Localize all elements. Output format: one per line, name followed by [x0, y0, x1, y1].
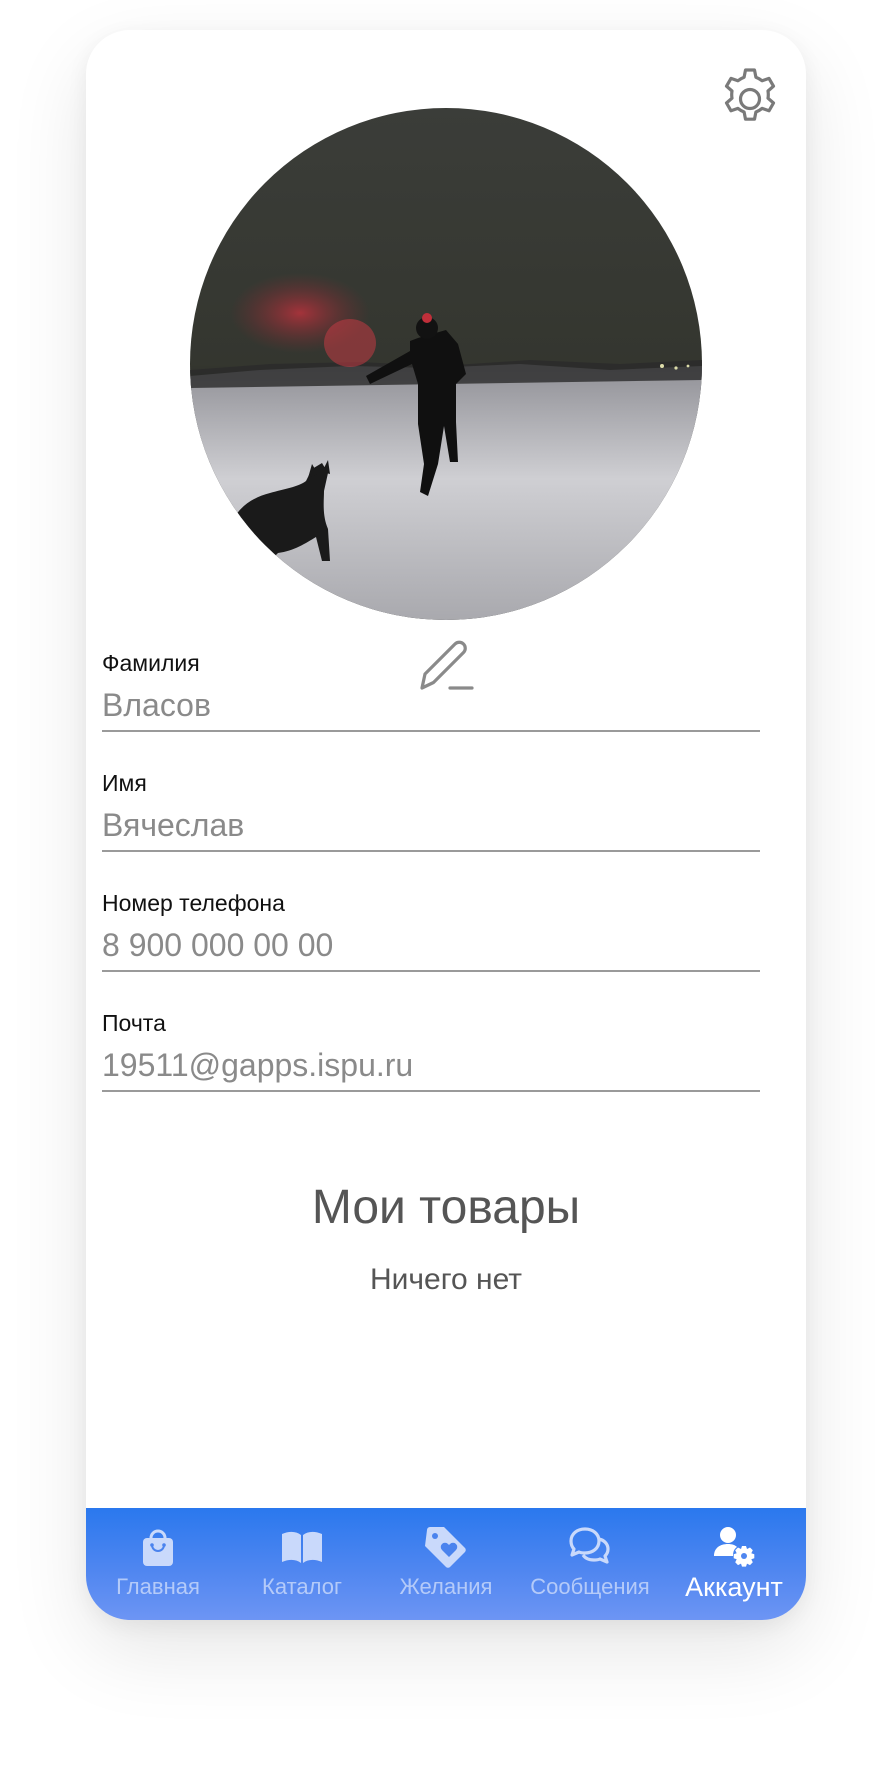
- nav-label-account: Аккаунт: [685, 1572, 783, 1602]
- user-gear-icon: [714, 1527, 755, 1567]
- nav-item-account[interactable]: Аккаунт: [662, 1508, 806, 1620]
- chat-bubbles-icon: [569, 1527, 610, 1564]
- bottom-navigation: Главная Каталог Желания Сообщения Аккаун…: [86, 1508, 806, 1620]
- last-name-label: Фамилия: [102, 650, 200, 676]
- nav-label-wishlist: Желания: [399, 1574, 493, 1599]
- phone-label: Номер телефона: [102, 890, 285, 916]
- my-products-title: Мои товары: [311, 1181, 581, 1234]
- last-name-input[interactable]: [102, 680, 760, 732]
- avatar[interactable]: [190, 108, 702, 620]
- phone-input[interactable]: [102, 920, 760, 972]
- settings-button[interactable]: [715, 64, 785, 134]
- email-input[interactable]: [102, 1040, 760, 1092]
- nav-item-catalog[interactable]: Каталог: [230, 1508, 374, 1620]
- avatar-photo: [190, 108, 702, 620]
- first-name-label: Имя: [102, 770, 147, 796]
- my-products-empty-text: Ничего нет: [369, 1263, 523, 1296]
- nav-label-messages: Сообщения: [530, 1574, 650, 1599]
- nav-item-messages[interactable]: Сообщения: [518, 1508, 662, 1620]
- heart-tag-icon: [425, 1527, 466, 1568]
- shopping-bag-icon: [143, 1529, 173, 1566]
- email-label: Почта: [102, 1010, 166, 1036]
- nav-label-home: Главная: [116, 1574, 200, 1599]
- app-screen: Фамилия Имя Номер телефона Почта Мои тов…: [86, 30, 806, 1620]
- nav-item-home[interactable]: Главная: [86, 1508, 230, 1620]
- nav-item-wishlist[interactable]: Желания: [374, 1508, 518, 1620]
- book-icon: [282, 1531, 322, 1563]
- nav-label-catalog: Каталог: [262, 1574, 342, 1599]
- first-name-input[interactable]: [102, 800, 760, 852]
- gear-icon: [724, 68, 776, 121]
